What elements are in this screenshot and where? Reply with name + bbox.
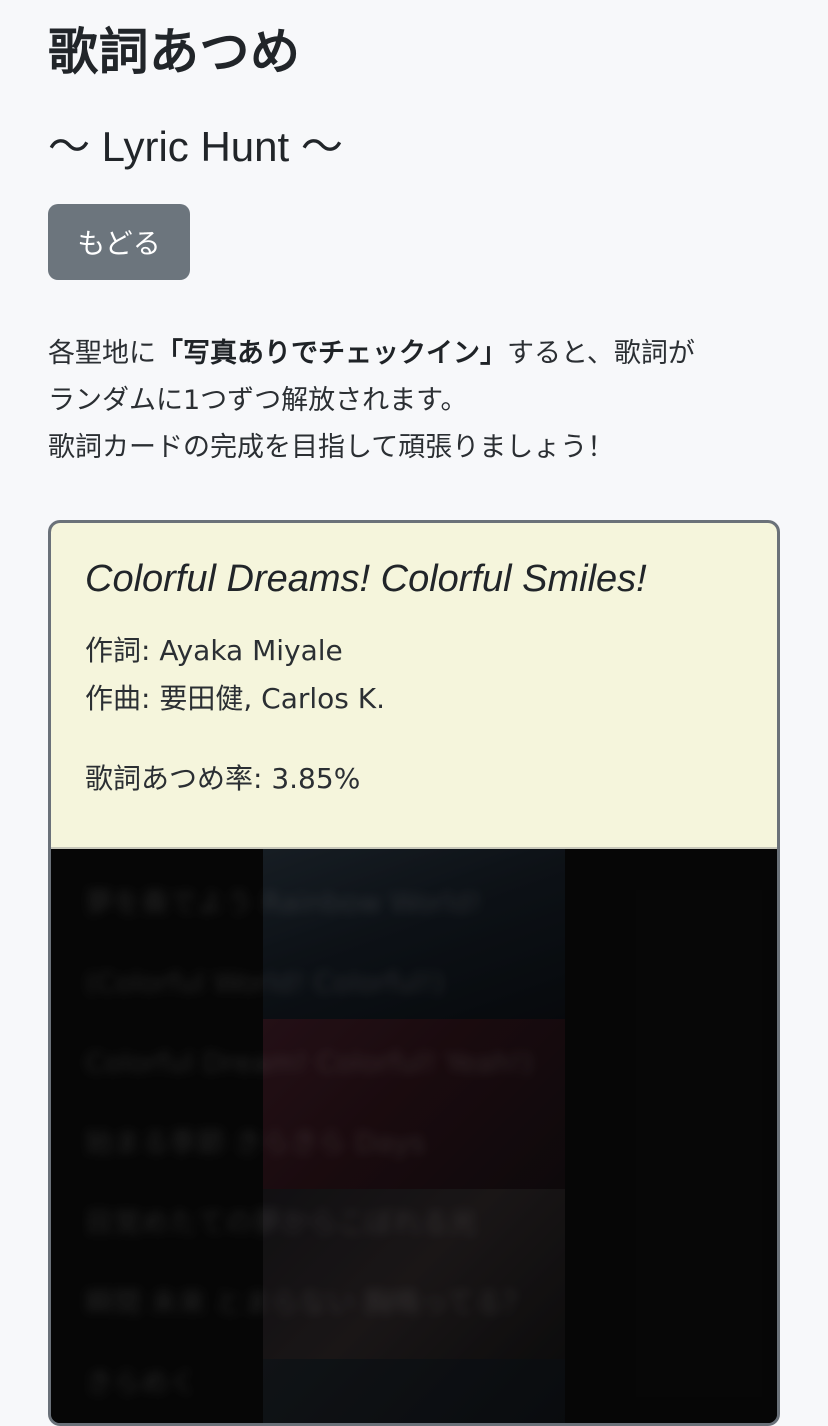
app-subtitle: 〜 Lyric Hunt 〜 [48,123,343,170]
composer-label: 作曲: [85,682,151,715]
instruction-line-3: 歌詞カードの完成を目指して頑張りましょう！ [48,432,615,463]
composer-credit: 作曲: 要田健, Carlos K. [85,679,385,719]
lyrics-lock-overlay [51,849,777,1423]
instruction-text-before: 各聖地に [48,338,156,369]
instruction-line-2: ランダムに1つずつ解放されます。 [48,385,468,416]
locked-lyrics-panel: 夢を奏でよう Rainbow World! (Colorful World! C… [51,849,777,1423]
lyricist-label: 作詞: [85,634,151,667]
lyrics-card: Colorful Dreams! Colorful Smiles! 作詞: Ay… [48,520,780,1426]
collection-progress: 歌詞あつめ率: 3.85% [85,759,360,799]
app-title: 歌詞あつめ [48,23,301,81]
instruction-text-after: すると、歌詞が [507,338,695,369]
instruction-line-1: 各聖地に「写真ありでチェックイン」すると、歌詞が [48,330,788,377]
progress-label: 歌詞あつめ率: [85,762,263,795]
checkin-emphasis: 「写真ありでチェックイン」 [156,338,507,369]
song-title: Colorful Dreams! Colorful Smiles! [85,558,647,600]
composer-name: 要田健, Carlos K. [159,682,386,715]
instructions: 各聖地に「写真ありでチェックイン」すると、歌詞が ランダムに1つずつ解放されます… [48,330,788,471]
song-info-header: Colorful Dreams! Colorful Smiles! 作詞: Ay… [51,523,777,849]
progress-value: 3.85% [271,762,361,795]
lyricist-name: Ayaka Miyale [159,634,343,667]
lyricist-credit: 作詞: Ayaka Miyale [85,631,343,671]
back-button[interactable]: もどる [48,204,190,280]
